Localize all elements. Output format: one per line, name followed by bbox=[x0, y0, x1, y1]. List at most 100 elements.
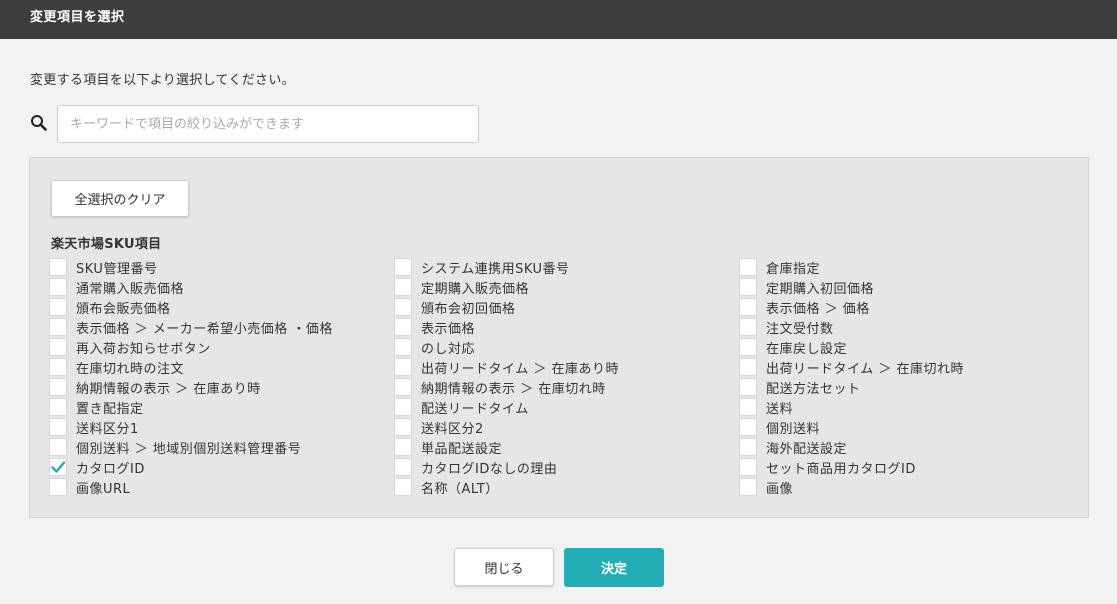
search-input[interactable] bbox=[57, 105, 479, 143]
checkbox[interactable] bbox=[49, 398, 67, 416]
checkbox-item[interactable]: 単品配送設定 bbox=[394, 437, 739, 457]
checkbox-item[interactable]: 表示価格 ＞ 価格 bbox=[739, 297, 1084, 317]
checkbox-label: 納期情報の表示 ＞ 在庫あり時 bbox=[76, 381, 261, 397]
checkbox-item[interactable]: 在庫切れ時の注文 bbox=[49, 357, 394, 377]
checkbox[interactable] bbox=[739, 458, 757, 476]
checkbox[interactable] bbox=[394, 418, 412, 436]
checkbox-label: セット商品用カタログID bbox=[766, 461, 916, 477]
checkbox-label: 送料区分2 bbox=[421, 421, 484, 437]
item-selection-panel: 全選択のクリア 楽天市場SKU項目 SKU管理番号 システム連携用SKU番号 倉庫指… bbox=[29, 157, 1089, 518]
checkbox[interactable] bbox=[394, 478, 412, 496]
clear-all-button[interactable]: 全選択のクリア bbox=[51, 180, 189, 217]
search-icon bbox=[29, 113, 49, 133]
checkbox-item[interactable]: セット商品用カタログID bbox=[739, 457, 1084, 477]
confirm-button[interactable]: 決定 bbox=[564, 548, 664, 587]
checkbox-label: 送料 bbox=[766, 401, 794, 417]
checkbox-item[interactable]: 個別送料 ＞ 地域別個別送料管理番号 bbox=[49, 437, 394, 457]
checkbox-label: 表示価格 ＞ 価格 bbox=[766, 301, 870, 317]
checkbox[interactable] bbox=[49, 438, 67, 456]
checkbox[interactable] bbox=[49, 338, 67, 356]
checkbox[interactable] bbox=[739, 478, 757, 496]
checkbox-grid: SKU管理番号 システム連携用SKU番号 倉庫指定通常購入販売価格 定期購入販売価格 定… bbox=[49, 257, 1089, 497]
checkbox-label: 通常購入販売価格 bbox=[76, 281, 185, 297]
checkbox-item[interactable]: 頒布会初回価格 bbox=[394, 297, 739, 317]
checkbox[interactable] bbox=[49, 298, 67, 316]
checkbox-item[interactable]: 定期購入初回価格 bbox=[739, 277, 1084, 297]
checkbox[interactable] bbox=[739, 378, 757, 396]
checkbox[interactable] bbox=[394, 398, 412, 416]
checkbox-label: 表示価格 bbox=[421, 321, 476, 337]
checkbox-item[interactable]: 定期購入販売価格 bbox=[394, 277, 739, 297]
checkbox-item[interactable]: 送料区分1 bbox=[49, 417, 394, 437]
checkbox[interactable] bbox=[49, 458, 67, 476]
checkbox-item[interactable]: システム連携用SKU番号 bbox=[394, 257, 739, 277]
checkbox-item[interactable]: 個別送料 bbox=[739, 417, 1084, 437]
checkbox[interactable] bbox=[49, 378, 67, 396]
checkbox-item[interactable]: 海外配送設定 bbox=[739, 437, 1084, 457]
checkbox-label: 単品配送設定 bbox=[421, 441, 503, 457]
checkbox[interactable] bbox=[739, 278, 757, 296]
checkbox-item[interactable]: カタログIDなしの理由 bbox=[394, 457, 739, 477]
checkbox-item[interactable]: 在庫戻し設定 bbox=[739, 337, 1084, 357]
checkbox[interactable] bbox=[739, 338, 757, 356]
checkbox[interactable] bbox=[394, 278, 412, 296]
checkbox[interactable] bbox=[49, 358, 67, 376]
checkbox[interactable] bbox=[739, 258, 757, 276]
checkbox-label: 頒布会初回価格 bbox=[421, 301, 516, 317]
checkbox-item[interactable]: 配送方法セット bbox=[739, 377, 1084, 397]
checkbox[interactable] bbox=[739, 298, 757, 316]
checkbox[interactable] bbox=[739, 398, 757, 416]
checkbox-label: 表示価格 ＞ メーカー希望小売価格 ・価格 bbox=[76, 321, 333, 337]
checkbox-item[interactable]: 名称（ALT） bbox=[394, 477, 739, 497]
checkbox-item[interactable]: 画像 bbox=[739, 477, 1084, 497]
checkbox[interactable] bbox=[394, 258, 412, 276]
checkbox-item[interactable]: 送料区分2 bbox=[394, 417, 739, 437]
checkbox-item[interactable]: 通常購入販売価格 bbox=[49, 277, 394, 297]
checkbox[interactable] bbox=[49, 258, 67, 276]
checkbox-item[interactable]: のし対応 bbox=[394, 337, 739, 357]
checkbox-item[interactable]: 送料 bbox=[739, 397, 1084, 417]
checkbox-item[interactable]: 出荷リードタイム ＞ 在庫切れ時 bbox=[739, 357, 1084, 377]
checkbox[interactable] bbox=[394, 318, 412, 336]
checkbox[interactable] bbox=[394, 458, 412, 476]
checkbox-label: カタログID bbox=[76, 461, 145, 477]
checkbox-item[interactable]: 倉庫指定 bbox=[739, 257, 1084, 277]
checkbox-item[interactable]: 納期情報の表示 ＞ 在庫切れ時 bbox=[394, 377, 739, 397]
checkbox-label: カタログIDなしの理由 bbox=[421, 461, 558, 477]
checkbox[interactable] bbox=[49, 318, 67, 336]
checkbox[interactable] bbox=[49, 418, 67, 436]
checkbox-item[interactable]: 表示価格 bbox=[394, 317, 739, 337]
close-button[interactable]: 閉じる bbox=[454, 548, 554, 586]
checkbox-label: 納期情報の表示 ＞ 在庫切れ時 bbox=[421, 381, 606, 397]
checkbox[interactable] bbox=[394, 298, 412, 316]
checkbox-label: 定期購入初回価格 bbox=[766, 281, 875, 297]
checkbox-label: システム連携用SKU番号 bbox=[421, 261, 570, 277]
checkbox[interactable] bbox=[394, 358, 412, 376]
checkbox[interactable] bbox=[739, 318, 757, 336]
checkbox[interactable] bbox=[739, 418, 757, 436]
checkbox-item[interactable]: カタログID bbox=[49, 457, 394, 477]
checkbox-label: 頒布会販売価格 bbox=[76, 301, 171, 317]
checkbox-label: SKU管理番号 bbox=[76, 261, 158, 277]
checkbox[interactable] bbox=[49, 278, 67, 296]
checkbox-label: 画像URL bbox=[76, 481, 131, 497]
checkbox-item[interactable]: SKU管理番号 bbox=[49, 257, 394, 277]
checkbox-item[interactable]: 注文受付数 bbox=[739, 317, 1084, 337]
checkbox[interactable] bbox=[49, 478, 67, 496]
checkbox-label: のし対応 bbox=[421, 341, 476, 357]
checkbox-label: 送料区分1 bbox=[76, 421, 139, 437]
checkbox[interactable] bbox=[394, 338, 412, 356]
checkbox[interactable] bbox=[394, 378, 412, 396]
checkbox-item[interactable]: 納期情報の表示 ＞ 在庫あり時 bbox=[49, 377, 394, 397]
checkbox-item[interactable]: 画像URL bbox=[49, 477, 394, 497]
checkbox-item[interactable]: 置き配指定 bbox=[49, 397, 394, 417]
checkbox-item[interactable]: 表示価格 ＞ メーカー希望小売価格 ・価格 bbox=[49, 317, 394, 337]
checkbox[interactable] bbox=[739, 358, 757, 376]
checkbox-label: 倉庫指定 bbox=[766, 261, 821, 277]
checkbox-item[interactable]: 配送リードタイム bbox=[394, 397, 739, 417]
checkbox[interactable] bbox=[394, 438, 412, 456]
checkbox-item[interactable]: 頒布会販売価格 bbox=[49, 297, 394, 317]
checkbox-item[interactable]: 再入荷お知らせボタン bbox=[49, 337, 394, 357]
checkbox[interactable] bbox=[739, 438, 757, 456]
checkbox-item[interactable]: 出荷リードタイム ＞ 在庫あり時 bbox=[394, 357, 739, 377]
